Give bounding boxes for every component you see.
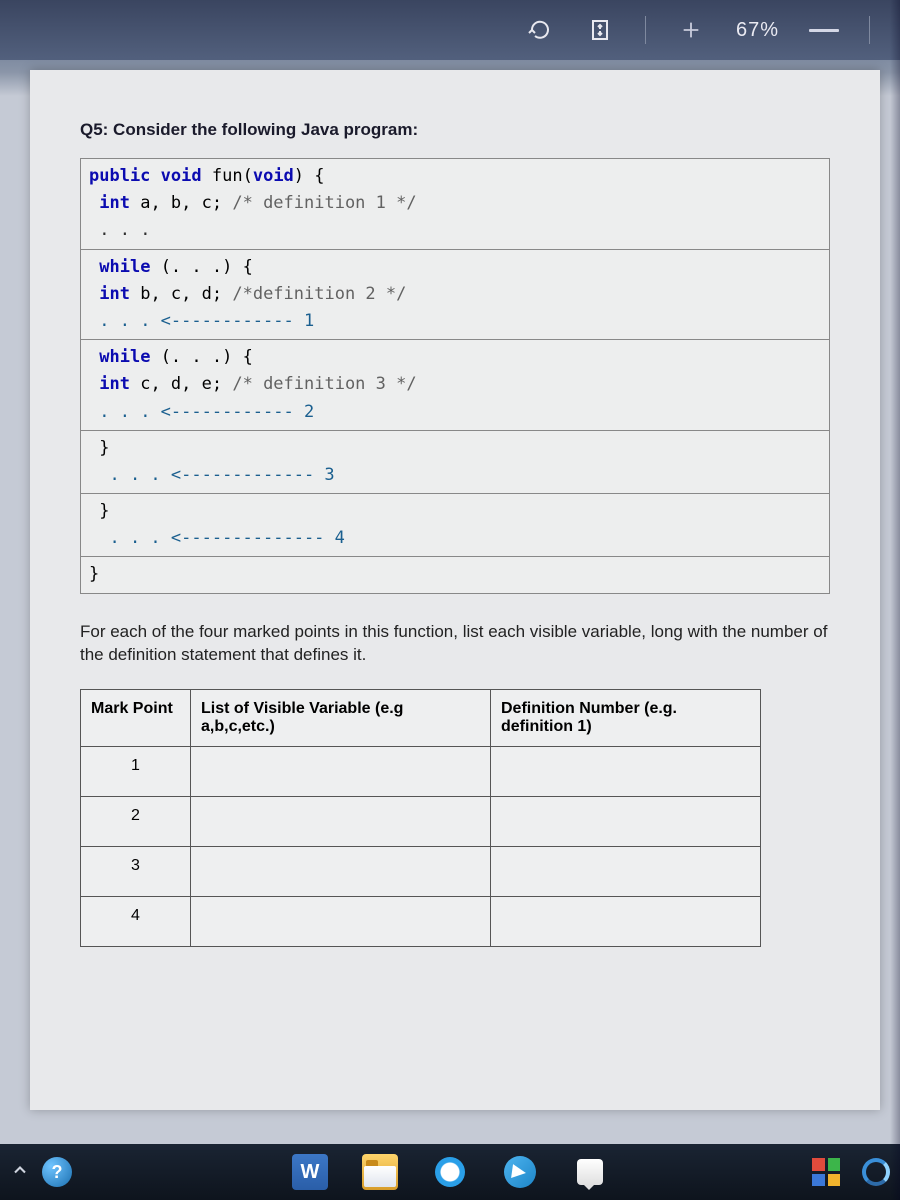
get-help-icon[interactable]: ? [42, 1157, 72, 1187]
rotate-icon[interactable] [525, 15, 555, 45]
code-listing: public void fun(void) { int a, b, c; /* … [80, 158, 830, 594]
code-token: c, d, e; [140, 374, 222, 394]
markpoint-cell: 4 [81, 897, 191, 947]
table-header-variables: List of Visible Variable (e.g a,b,c,etc.… [191, 690, 491, 747]
notifications-icon[interactable] [572, 1154, 608, 1190]
code-token: /* definition 3 */ [232, 374, 416, 394]
table-row: 2 [81, 797, 761, 847]
telegram-icon[interactable] [502, 1154, 538, 1190]
code-token: void [253, 166, 294, 186]
zoom-level: 67% [736, 19, 779, 42]
answer-table: Mark Point List of Visible Variable (e.g… [80, 689, 761, 947]
code-token: /*definition 2 */ [232, 284, 406, 304]
table-header-definition: Definition Number (e.g. definition 1) [491, 690, 761, 747]
code-token: b, c, d; [140, 284, 222, 304]
variables-cell [191, 847, 491, 897]
code-token: while [99, 347, 150, 367]
table-row: 4 [81, 897, 761, 947]
code-token: int [99, 374, 130, 394]
code-marker-4: . . . <-------------- 4 [109, 528, 344, 548]
tray-expand-icon[interactable] [10, 1160, 30, 1185]
code-token: public [89, 166, 150, 186]
variables-cell [191, 747, 491, 797]
code-token: fun [212, 166, 243, 186]
code-token: int [99, 284, 130, 304]
circle-app-icon[interactable] [858, 1154, 894, 1190]
variables-cell [191, 897, 491, 947]
code-token: } [99, 501, 109, 521]
zoom-out-icon[interactable] [809, 29, 839, 32]
code-token: a, b, c; [140, 193, 222, 213]
code-token: . . . [99, 220, 150, 240]
toolbar-separator [869, 16, 870, 44]
fit-page-icon[interactable] [585, 15, 615, 45]
markpoint-cell: 3 [81, 847, 191, 897]
code-token: } [89, 564, 99, 584]
cortana-icon[interactable] [432, 1154, 468, 1190]
table-header-markpoint: Mark Point [81, 690, 191, 747]
windows-taskbar: ? W [0, 1144, 900, 1200]
markpoint-cell: 2 [81, 797, 191, 847]
code-token: int [99, 193, 130, 213]
question-instruction: For each of the four marked points in th… [80, 620, 830, 668]
markpoint-cell: 1 [81, 747, 191, 797]
screen-edge [890, 0, 900, 1200]
definition-cell [491, 747, 761, 797]
code-marker-2: . . . <------------ 2 [99, 402, 314, 422]
document-page: Q5: Consider the following Java program:… [30, 70, 880, 1110]
help-label: ? [52, 1162, 63, 1183]
code-token: while [99, 257, 150, 277]
toolbar-separator [645, 16, 646, 44]
word-label: W [301, 1161, 320, 1184]
variables-cell [191, 797, 491, 847]
word-app-icon[interactable]: W [292, 1154, 328, 1190]
viewer-toolbar: 67% [0, 0, 900, 60]
code-token: } [99, 438, 109, 458]
definition-cell [491, 897, 761, 947]
file-explorer-icon[interactable] [362, 1154, 398, 1190]
code-token: /* definition 1 */ [232, 193, 416, 213]
question-title: Q5: Consider the following Java program: [80, 120, 830, 140]
code-marker-1: . . . <------------ 1 [99, 311, 314, 331]
table-row: 3 [81, 847, 761, 897]
code-token: (. . .) { [161, 347, 253, 367]
code-token: (. . .) { [161, 257, 253, 277]
definition-cell [491, 797, 761, 847]
definition-cell [491, 847, 761, 897]
code-token: void [161, 166, 202, 186]
news-widget-icon[interactable] [812, 1158, 840, 1186]
code-marker-3: . . . <------------- 3 [109, 465, 334, 485]
table-row: 1 [81, 747, 761, 797]
zoom-in-icon[interactable] [676, 15, 706, 45]
